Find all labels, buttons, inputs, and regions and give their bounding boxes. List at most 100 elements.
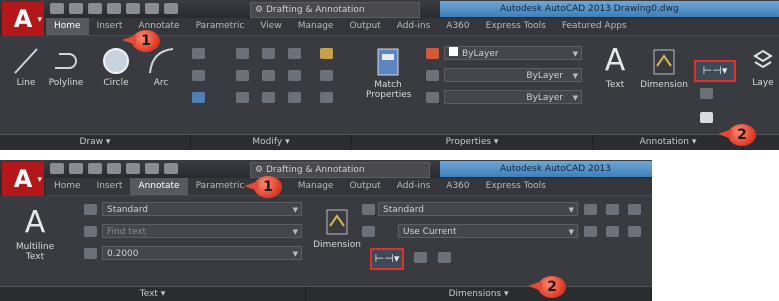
plot-icon[interactable] — [126, 3, 140, 14]
save-icon[interactable] — [88, 3, 102, 14]
match-properties-tool[interactable]: Match Properties — [366, 46, 412, 100]
group-draw[interactable]: Draw ▾ — [0, 135, 191, 150]
redo-icon[interactable] — [164, 3, 178, 14]
line-tool[interactable]: Line — [10, 46, 42, 88]
plot-icon[interactable] — [126, 163, 140, 174]
arc-tool[interactable]: Arc — [146, 46, 176, 88]
fillet-icon[interactable] — [288, 70, 301, 81]
tab-home[interactable]: Home — [46, 18, 89, 35]
tolerance-icon[interactable] — [628, 226, 641, 237]
save-as-icon[interactable] — [107, 3, 121, 14]
erase-icon[interactable] — [320, 48, 333, 59]
open-icon[interactable] — [69, 3, 83, 14]
new-icon[interactable] — [50, 3, 64, 14]
redo-icon[interactable] — [164, 163, 178, 174]
dim-adjust-icon[interactable] — [606, 204, 619, 215]
text-style-select[interactable]: Standard ▼ — [102, 202, 302, 216]
lineweight-select[interactable]: ByLayer ▼ — [444, 90, 582, 104]
scale-icon[interactable] — [262, 92, 275, 103]
table-icon[interactable] — [700, 112, 713, 123]
workspace-selector[interactable]: ⚙ Drafting & Annotation — [250, 162, 430, 178]
leader-icon[interactable] — [700, 88, 713, 99]
copy-icon[interactable] — [236, 70, 249, 81]
inspect-icon[interactable] — [584, 226, 597, 237]
tab-a360[interactable]: A360 — [438, 178, 477, 195]
hatch-icon[interactable] — [192, 70, 205, 81]
text-tool[interactable]: A Text — [600, 44, 630, 91]
save-as-icon[interactable] — [107, 163, 121, 174]
dimension-style-select[interactable]: Standard ▼ — [378, 202, 578, 216]
chevron-down-icon: ▼ — [572, 50, 578, 58]
multiline-text-label: Multiline Text — [15, 242, 55, 262]
tab-a360[interactable]: A360 — [438, 18, 477, 35]
callout-2: 2 — [718, 124, 756, 146]
tab-insert[interactable]: Insert — [89, 178, 131, 195]
tab-parametric[interactable]: Parametric — [188, 178, 253, 195]
mirror-icon[interactable] — [262, 70, 275, 81]
circle-label: Circle — [103, 78, 129, 88]
tab-manage[interactable]: Manage — [290, 18, 342, 35]
linetype-select[interactable]: ByLayer ▼ — [444, 68, 582, 82]
continue-dimension-icon[interactable] — [438, 252, 451, 263]
autocad-logo: A — [13, 165, 33, 193]
undo-icon[interactable] — [145, 3, 159, 14]
explode-icon[interactable] — [320, 70, 333, 81]
text-height-select[interactable]: 0.2000 ▼ — [102, 246, 302, 260]
rotate-icon[interactable] — [262, 48, 275, 59]
tab-view[interactable]: View — [252, 18, 289, 35]
group-modify[interactable]: Modify ▾ — [191, 135, 352, 150]
stretch-icon[interactable] — [236, 92, 249, 103]
layer-properties-tool[interactable]: Laye — [748, 46, 778, 88]
group-text[interactable]: Text ▾ — [0, 287, 307, 301]
find-text-field[interactable]: Find text ▼ — [102, 224, 302, 238]
dimension-style-value: Standard — [383, 205, 424, 215]
linear-dimension-button[interactable]: ⊢⊣▾ — [370, 248, 404, 270]
ribbon-tabs: Home Insert Annotate Parametric View Man… — [46, 178, 652, 196]
save-icon[interactable] — [88, 163, 102, 174]
rectangle-icon[interactable] — [192, 48, 205, 59]
application-menu-button[interactable]: A ▾ — [2, 162, 44, 198]
tab-add-ins[interactable]: Add-ins — [389, 18, 439, 35]
linear-dimension-button[interactable]: ⊢⊣▾ — [694, 60, 736, 82]
tab-annotate[interactable]: Annotate — [130, 178, 188, 195]
quick-dimension-icon[interactable] — [414, 252, 427, 263]
dim-space-icon[interactable] — [628, 204, 641, 215]
jog-line-icon[interactable] — [606, 226, 619, 237]
tab-output[interactable]: Output — [341, 178, 388, 195]
dimension-tool[interactable]: Dimension — [306, 206, 368, 250]
circle-tool[interactable]: Circle — [98, 46, 134, 88]
app-title: Autodesk AutoCAD 2013 — [440, 161, 652, 177]
color-select[interactable]: ByLayer ▼ — [444, 46, 582, 60]
application-menu-button[interactable]: A ▾ — [2, 2, 44, 38]
tab-express-tools[interactable]: Express Tools — [478, 178, 554, 195]
title-bar: ⚙ Drafting & Annotation Autodesk AutoCAD… — [0, 160, 652, 178]
polyline-tool[interactable]: Polyline — [44, 46, 88, 88]
match-properties-label: Match Properties — [366, 80, 412, 100]
workspace-selector[interactable]: ⚙ Drafting & Annotation — [250, 2, 420, 18]
offset-icon[interactable] — [320, 92, 333, 103]
undo-icon[interactable] — [145, 163, 159, 174]
trim-icon[interactable] — [288, 48, 301, 59]
tab-manage[interactable]: Manage — [290, 178, 342, 195]
dim-break-icon[interactable] — [584, 204, 597, 215]
array-icon[interactable] — [288, 92, 301, 103]
tab-output[interactable]: Output — [341, 18, 388, 35]
tab-parametric[interactable]: Parametric — [188, 18, 253, 35]
group-properties[interactable]: Properties ▾ — [352, 135, 593, 150]
tab-add-ins[interactable]: Add-ins — [389, 178, 439, 195]
color-wheel-icon — [426, 48, 439, 59]
tab-express-tools[interactable]: Express Tools — [478, 18, 554, 35]
tab-home[interactable]: Home — [46, 178, 89, 195]
dimension-label: Dimension — [640, 80, 688, 90]
dimension-layer-select[interactable]: Use Current ▼ — [398, 224, 578, 238]
gear-icon: ⚙ — [255, 5, 266, 15]
move-icon[interactable] — [236, 48, 249, 59]
gradient-icon[interactable] — [192, 92, 205, 103]
new-icon[interactable] — [50, 163, 64, 174]
tab-insert[interactable]: Insert — [89, 18, 131, 35]
tab-featured-apps[interactable]: Featured Apps — [554, 18, 635, 35]
group-dimensions[interactable]: Dimensions ▾ — [306, 287, 652, 301]
open-icon[interactable] — [69, 163, 83, 174]
multiline-text-tool[interactable]: A Multiline Text — [10, 206, 60, 263]
dimension-tool[interactable]: Dimension — [636, 46, 692, 90]
